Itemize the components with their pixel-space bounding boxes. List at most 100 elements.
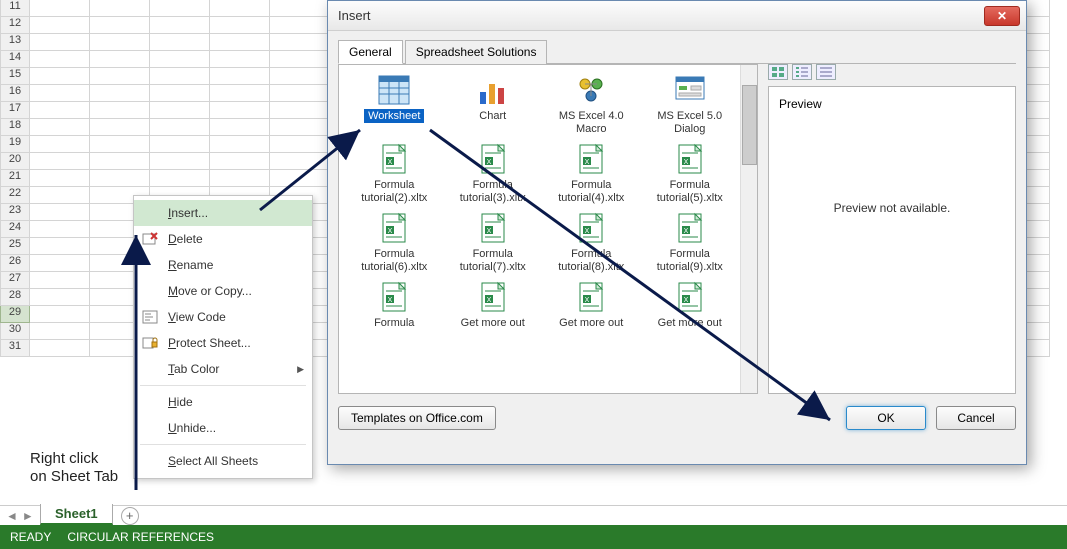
cell[interactable] bbox=[30, 119, 90, 136]
template-scrollbar[interactable] bbox=[740, 65, 757, 393]
cell[interactable] bbox=[90, 85, 150, 102]
row-header-21[interactable]: 21 bbox=[0, 170, 30, 187]
row-header-13[interactable]: 13 bbox=[0, 34, 30, 51]
cell[interactable] bbox=[30, 204, 90, 221]
cell[interactable] bbox=[90, 17, 150, 34]
cell[interactable] bbox=[30, 238, 90, 255]
template-ms-excel-5-0-dialog[interactable]: MS Excel 5.0 Dialog bbox=[643, 73, 738, 136]
cell[interactable] bbox=[150, 153, 210, 170]
menu-select-all-sheets[interactable]: Select All Sheets bbox=[134, 448, 312, 474]
row-header-16[interactable]: 16 bbox=[0, 85, 30, 102]
menu-tab-color[interactable]: Tab Color▶ bbox=[134, 356, 312, 382]
cell[interactable] bbox=[150, 136, 210, 153]
cell[interactable] bbox=[270, 51, 330, 68]
cell[interactable] bbox=[210, 153, 270, 170]
cell[interactable] bbox=[30, 85, 90, 102]
template-formula-tutorial-2-xltx[interactable]: XFormula tutorial(2).xltx bbox=[347, 142, 442, 205]
cell[interactable] bbox=[210, 136, 270, 153]
row-header-22[interactable]: 22 bbox=[0, 187, 30, 204]
cell[interactable] bbox=[150, 85, 210, 102]
dialog-titlebar[interactable]: Insert ✕ bbox=[328, 1, 1026, 31]
menu-move-or-copy[interactable]: Move or Copy... bbox=[134, 278, 312, 304]
cell[interactable] bbox=[210, 170, 270, 187]
cell[interactable] bbox=[210, 51, 270, 68]
row-header-11[interactable]: 11 bbox=[0, 0, 30, 17]
cell[interactable] bbox=[90, 34, 150, 51]
row-header-17[interactable]: 17 bbox=[0, 102, 30, 119]
cell[interactable] bbox=[270, 170, 330, 187]
menu-view-code[interactable]: View Code bbox=[134, 304, 312, 330]
cell[interactable] bbox=[30, 17, 90, 34]
row-header-28[interactable]: 28 bbox=[0, 289, 30, 306]
cell[interactable] bbox=[30, 170, 90, 187]
cell[interactable] bbox=[30, 51, 90, 68]
cell[interactable] bbox=[30, 323, 90, 340]
cell[interactable] bbox=[30, 272, 90, 289]
cell[interactable] bbox=[150, 51, 210, 68]
view-details-button[interactable] bbox=[816, 64, 836, 80]
cell[interactable] bbox=[30, 187, 90, 204]
row-header-19[interactable]: 19 bbox=[0, 136, 30, 153]
cell[interactable] bbox=[270, 153, 330, 170]
view-large-icons-button[interactable] bbox=[768, 64, 788, 80]
menu-hide[interactable]: Hide bbox=[134, 389, 312, 415]
menu-protect-sheet[interactable]: Protect Sheet... bbox=[134, 330, 312, 356]
row-header-12[interactable]: 12 bbox=[0, 17, 30, 34]
template-worksheet[interactable]: Worksheet bbox=[347, 73, 442, 136]
tab-spreadsheet-solutions[interactable]: Spreadsheet Solutions bbox=[405, 40, 548, 64]
cell[interactable] bbox=[210, 0, 270, 17]
template-get-more-out[interactable]: XGet more out bbox=[643, 280, 738, 343]
cell[interactable] bbox=[30, 0, 90, 17]
templates-office-button[interactable]: Templates on Office.com bbox=[338, 406, 496, 430]
cell[interactable] bbox=[90, 119, 150, 136]
cell[interactable] bbox=[210, 119, 270, 136]
cell[interactable] bbox=[30, 153, 90, 170]
cell[interactable] bbox=[150, 170, 210, 187]
row-header-14[interactable]: 14 bbox=[0, 51, 30, 68]
template-formula-tutorial-9-xltx[interactable]: XFormula tutorial(9).xltx bbox=[643, 211, 738, 274]
cell[interactable] bbox=[270, 68, 330, 85]
sheet-nav-arrows[interactable]: ◄ ► bbox=[0, 509, 40, 523]
view-list-button[interactable] bbox=[792, 64, 812, 80]
template-get-more-out[interactable]: XGet more out bbox=[446, 280, 541, 343]
cell[interactable] bbox=[150, 119, 210, 136]
template-formula-tutorial-7-xltx[interactable]: XFormula tutorial(7).xltx bbox=[446, 211, 541, 274]
add-sheet-button[interactable]: + bbox=[121, 507, 139, 525]
cell[interactable] bbox=[210, 34, 270, 51]
template-formula-tutorial-6-xltx[interactable]: XFormula tutorial(6).xltx bbox=[347, 211, 442, 274]
cell[interactable] bbox=[150, 0, 210, 17]
row-header-15[interactable]: 15 bbox=[0, 68, 30, 85]
cell[interactable] bbox=[90, 153, 150, 170]
cell[interactable] bbox=[90, 0, 150, 17]
cell[interactable] bbox=[210, 102, 270, 119]
tab-general[interactable]: General bbox=[338, 40, 403, 64]
close-button[interactable]: ✕ bbox=[984, 6, 1020, 26]
row-header-18[interactable]: 18 bbox=[0, 119, 30, 136]
cell[interactable] bbox=[30, 68, 90, 85]
row-header-29[interactable]: 29 bbox=[0, 306, 30, 323]
cell[interactable] bbox=[30, 340, 90, 357]
cell[interactable] bbox=[150, 17, 210, 34]
cell[interactable] bbox=[270, 17, 330, 34]
cell[interactable] bbox=[270, 85, 330, 102]
row-header-20[interactable]: 20 bbox=[0, 153, 30, 170]
cell[interactable] bbox=[270, 119, 330, 136]
scrollbar-thumb[interactable] bbox=[742, 85, 757, 165]
template-ms-excel-4-0-macro[interactable]: MS Excel 4.0 Macro bbox=[544, 73, 639, 136]
template-formula[interactable]: XFormula bbox=[347, 280, 442, 343]
cell[interactable] bbox=[90, 170, 150, 187]
template-chart[interactable]: Chart bbox=[446, 73, 541, 136]
cell[interactable] bbox=[270, 0, 330, 17]
cell[interactable] bbox=[210, 17, 270, 34]
cell[interactable] bbox=[30, 289, 90, 306]
cell[interactable] bbox=[150, 68, 210, 85]
cell[interactable] bbox=[30, 255, 90, 272]
template-formula-tutorial-5-xltx[interactable]: XFormula tutorial(5).xltx bbox=[643, 142, 738, 205]
row-header-25[interactable]: 25 bbox=[0, 238, 30, 255]
row-header-27[interactable]: 27 bbox=[0, 272, 30, 289]
template-list[interactable]: WorksheetChartMS Excel 4.0 MacroMS Excel… bbox=[338, 64, 758, 394]
cell[interactable] bbox=[150, 102, 210, 119]
row-header-30[interactable]: 30 bbox=[0, 323, 30, 340]
cell[interactable] bbox=[90, 136, 150, 153]
row-header-23[interactable]: 23 bbox=[0, 204, 30, 221]
